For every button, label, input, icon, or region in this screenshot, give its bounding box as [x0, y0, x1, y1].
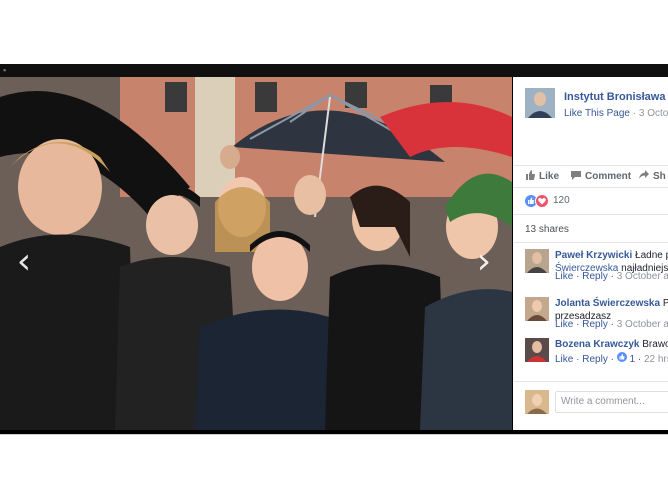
- comment-time[interactable]: 3 October at: [617, 319, 668, 330]
- post-actions-bar: Like Comment Sh: [513, 165, 668, 188]
- page-background-bottom: [0, 434, 668, 501]
- shares-divider: [513, 242, 668, 243]
- share-button[interactable]: Sh: [639, 170, 666, 182]
- reactions-summary[interactable]: 120: [525, 194, 665, 209]
- page-name-link[interactable]: Instytut Bronisława: [564, 91, 665, 103]
- actions-divider: [513, 187, 668, 188]
- comment-text: Pa: [662, 298, 668, 309]
- like-button-label: Like: [539, 171, 560, 182]
- comment-like-count-icon: [616, 352, 627, 362]
- comment-reply-link[interactable]: Reply: [582, 319, 608, 330]
- comment-text: Brawo: [642, 339, 668, 350]
- meta-separator: ·: [632, 108, 637, 119]
- comment-meta: Like · Reply · 3 October at: [555, 271, 668, 282]
- comment-text-line: Bozena Krawczyk Brawo: [555, 338, 668, 351]
- page-avatar-image: [525, 88, 555, 118]
- write-comment-input[interactable]: Write a comment...: [555, 391, 668, 413]
- like-this-page-link[interactable]: Like This Page: [564, 108, 630, 119]
- commenter-name[interactable]: Bozena Krawczyk: [555, 339, 639, 350]
- photo-scene-image: [0, 77, 512, 430]
- current-user-avatar[interactable]: [525, 390, 549, 414]
- thumbs-up-icon: [525, 170, 535, 180]
- comment-text-line: Jolanta Świerczewska Pa: [555, 297, 668, 310]
- share-button-label: Sh: [653, 171, 666, 182]
- commenter-avatar-image: [525, 249, 549, 273]
- comment-like-link[interactable]: Like: [555, 271, 573, 282]
- comment-meta: Like · Reply · 1 · 22 hrs: [555, 352, 668, 365]
- photo-lightbox: ▪ ‹ › Instytut Bronisława Like This Page…: [0, 64, 668, 434]
- comment-bubble-icon: [571, 170, 581, 180]
- comment-reply-link[interactable]: Reply: [582, 271, 608, 282]
- post-date[interactable]: 3 October: [639, 108, 668, 119]
- share-arrow-icon: [639, 170, 649, 180]
- next-photo-arrow-icon[interactable]: ›: [470, 242, 498, 282]
- commenter-name[interactable]: Paweł Krzywicki: [555, 250, 632, 261]
- comment-button[interactable]: Comment: [571, 170, 631, 182]
- like-button[interactable]: Like: [525, 170, 559, 182]
- comment-reply-link[interactable]: Reply: [582, 354, 608, 365]
- post-side-panel: Instytut Bronisława Like This Page · 3 O…: [513, 77, 668, 430]
- comment-text-line: Paweł Krzywicki Ładne pa: [555, 249, 668, 262]
- lightbox-topbar: ▪: [0, 64, 668, 77]
- previous-photo-arrow-icon[interactable]: ‹: [10, 242, 38, 282]
- comment-like-link[interactable]: Like: [555, 354, 573, 365]
- topbar-icon: ▪: [3, 65, 7, 75]
- commenter-avatar-image: [525, 338, 549, 362]
- page-background-top: [0, 0, 668, 64]
- commenter-avatar-image: [525, 297, 549, 321]
- comment-like-link[interactable]: Like: [555, 319, 573, 330]
- commenter-avatar[interactable]: [525, 338, 549, 362]
- post-header-meta: Like This Page · 3 October: [564, 108, 668, 119]
- comment-time[interactable]: 22 hrs: [644, 354, 668, 365]
- reaction-count: 120: [553, 195, 570, 206]
- commenter-avatar[interactable]: [525, 297, 549, 321]
- comment-meta: Like · Reply · 3 October at: [555, 319, 668, 330]
- comment-like-count: 1: [629, 354, 636, 365]
- page-avatar[interactable]: [525, 88, 555, 118]
- comment-body: Bozena Krawczyk Brawo: [555, 338, 668, 351]
- comment-button-label: Comment: [585, 171, 632, 182]
- comment-time[interactable]: 3 October at: [617, 271, 668, 282]
- commenter-avatar[interactable]: [525, 249, 549, 273]
- love-reaction-icon: [535, 194, 549, 208]
- commenter-name[interactable]: Jolanta Świerczewska: [555, 298, 660, 309]
- current-user-avatar-image: [525, 390, 549, 414]
- composer-divider: [513, 381, 668, 382]
- reactions-divider: [513, 214, 668, 215]
- post-photo[interactable]: [0, 77, 512, 430]
- shares-count-link[interactable]: 13 shares: [525, 224, 569, 235]
- comment-text: Ładne pa: [635, 250, 668, 261]
